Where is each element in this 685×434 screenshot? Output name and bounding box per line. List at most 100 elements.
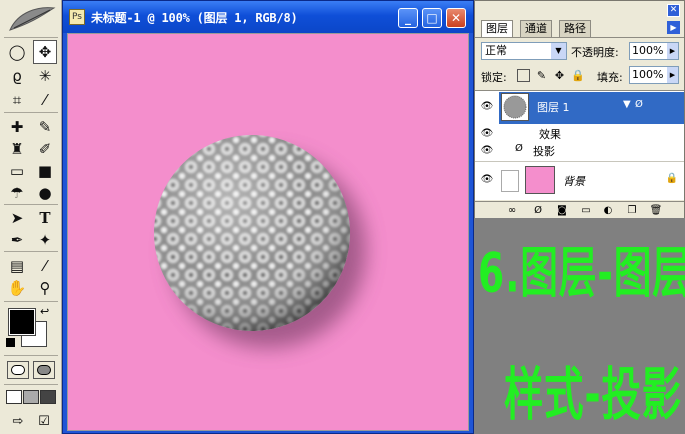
type-icon[interactable]: T bbox=[33, 206, 57, 230]
hand-icon[interactable]: ✋ bbox=[5, 276, 29, 300]
chevron-right-icon[interactable]: ▶ bbox=[667, 67, 678, 83]
document-titlebar[interactable]: Ps 未标题-1 @ 100% (图层 1, RGB/8) _ □ ✕ bbox=[63, 1, 473, 33]
tab-paths[interactable]: 路径 bbox=[559, 20, 591, 37]
opacity-label: 不透明度: bbox=[571, 46, 619, 59]
slice-icon[interactable]: ⁄ bbox=[33, 88, 57, 112]
eye-icon[interactable]: 👁 bbox=[479, 174, 495, 185]
tab-channels[interactable]: 通道 bbox=[520, 20, 552, 37]
full-screen-menu-mode-icon[interactable] bbox=[23, 390, 39, 404]
eye-icon[interactable]: 👁 bbox=[479, 145, 495, 156]
toolbox: ◯ ✥ ϱ ✳ ⌗ ⁄ ✚ ✎ ♜ ✐ ▭ ■ ☂ ● ➤ T ✒ ✦ ▤ ⁄ … bbox=[0, 0, 62, 434]
sphere-thumbnail-icon bbox=[503, 95, 527, 119]
magic-wand-icon[interactable]: ✳ bbox=[33, 64, 57, 88]
tutorial-caption: 6.图层-图层 样式-投影 bbox=[474, 218, 685, 434]
shape-icon[interactable]: ✦ bbox=[33, 228, 57, 252]
blend-mode-select[interactable]: 正常 ▼ bbox=[481, 42, 567, 60]
link-layers-icon[interactable]: ∞ bbox=[505, 204, 519, 217]
eyedropper-icon[interactable]: ⁄ bbox=[33, 254, 57, 278]
crop-icon[interactable]: ⌗ bbox=[5, 88, 29, 112]
drop-shadow-row[interactable]: Ø 投影 bbox=[499, 142, 684, 158]
gradient-icon[interactable]: ■ bbox=[33, 159, 57, 183]
toolbox-divider bbox=[4, 251, 58, 252]
zoom-icon[interactable]: ⚲ bbox=[33, 276, 57, 300]
photoshop-document-icon[interactable]: Ps bbox=[69, 9, 85, 25]
effects-label: 效果 bbox=[539, 128, 561, 141]
notes-icon[interactable]: ▤ bbox=[5, 254, 29, 278]
checkbox-icon[interactable]: ☑ bbox=[33, 412, 55, 430]
document-title: 未标题-1 @ 100% (图层 1, RGB/8) bbox=[91, 11, 298, 25]
chevron-right-icon[interactable]: ▶ bbox=[667, 43, 678, 59]
full-screen-mode-icon[interactable] bbox=[40, 390, 56, 404]
fx-triangle-icon[interactable]: ▼ bbox=[623, 99, 631, 110]
standard-screen-mode-icon[interactable] bbox=[6, 390, 22, 404]
fill-label: 填充: bbox=[597, 71, 623, 84]
panel-titlebar[interactable] bbox=[475, 1, 684, 19]
background-layer-name: 背景 bbox=[563, 175, 585, 188]
toolbox-divider bbox=[4, 355, 58, 356]
adjustment-layer-icon[interactable]: ◐ bbox=[601, 204, 615, 217]
trash-icon[interactable]: 🗑 bbox=[649, 204, 663, 217]
blend-mode-value: 正常 bbox=[485, 44, 507, 57]
lock-image-icon[interactable]: ✎ bbox=[535, 69, 548, 82]
eye-icon[interactable]: 👁 bbox=[479, 101, 495, 112]
eye-icon[interactable]: 👁 bbox=[479, 128, 495, 139]
add-style-icon[interactable]: Ø bbox=[531, 204, 545, 217]
opacity-field[interactable]: 100% ▶ bbox=[629, 42, 679, 60]
layers-panel-body: 正常 ▼ 不透明度: 100% ▶ 锁定: ✎ ✥ 🔒 填充: 100% ▶ 👁… bbox=[475, 37, 684, 218]
fx-icon: Ø bbox=[635, 99, 643, 110]
history-brush-icon[interactable]: ✐ bbox=[33, 137, 57, 161]
standard-mode-button[interactable] bbox=[7, 361, 29, 379]
effects-row[interactable]: 效果 bbox=[499, 125, 684, 141]
panel-close-icon[interactable]: ✕ bbox=[667, 4, 680, 17]
toolbox-divider bbox=[4, 112, 58, 113]
fill-value: 100% bbox=[632, 68, 664, 81]
brush-icon[interactable]: ✎ bbox=[33, 115, 57, 139]
panel-menu-arrow-icon[interactable]: ▶ bbox=[667, 21, 680, 34]
drop-shadow-label: 投影 bbox=[533, 145, 555, 158]
toolbox-divider bbox=[4, 204, 58, 205]
quick-mask-icon bbox=[37, 365, 51, 375]
layer1-thumbnail bbox=[501, 93, 529, 121]
marquee-icon[interactable]: ◯ bbox=[5, 40, 29, 64]
blur-icon[interactable]: ☂ bbox=[5, 181, 29, 205]
tab-layers[interactable]: 图层 bbox=[481, 20, 513, 37]
foreground-color-swatch[interactable] bbox=[8, 308, 36, 336]
background-thumbnail bbox=[525, 166, 555, 194]
default-colors-icon[interactable] bbox=[6, 338, 15, 347]
canvas[interactable] bbox=[67, 33, 469, 431]
layers-panel-footer: ∞ Ø ◙ ▭ ◐ ❐ 🗑 bbox=[475, 201, 684, 218]
eraser-icon[interactable]: ▭ bbox=[5, 159, 29, 183]
new-group-icon[interactable]: ▭ bbox=[579, 204, 593, 217]
pen-icon[interactable]: ✒ bbox=[5, 228, 29, 252]
quick-mask-mode-button[interactable] bbox=[33, 361, 55, 379]
maximize-button[interactable]: □ bbox=[422, 8, 442, 28]
link-slot[interactable] bbox=[501, 170, 519, 192]
layer1-name: 图层 1 bbox=[537, 101, 570, 114]
fx-icon: Ø bbox=[515, 143, 523, 154]
stamp-icon[interactable]: ♜ bbox=[5, 137, 29, 161]
toolbox-divider bbox=[4, 384, 58, 385]
dodge-icon[interactable]: ● bbox=[33, 181, 57, 205]
fill-field[interactable]: 100% ▶ bbox=[629, 66, 679, 84]
caption-line-1: 6.图层-图层 bbox=[478, 240, 685, 305]
minimize-button[interactable]: _ bbox=[398, 8, 418, 28]
feather-logo-icon[interactable] bbox=[4, 4, 58, 34]
layer-list: 👁 ✎ 图层 1 ▼ Ø 👁 效果 👁 Ø 投影 bbox=[475, 90, 684, 200]
opacity-value: 100% bbox=[632, 44, 664, 57]
healing-brush-icon[interactable]: ✚ bbox=[5, 115, 29, 139]
lock-transparency-icon[interactable] bbox=[517, 69, 530, 82]
new-layer-icon[interactable]: ❐ bbox=[625, 204, 639, 217]
standard-mode-icon bbox=[11, 365, 25, 375]
path-select-icon[interactable]: ➤ bbox=[5, 206, 29, 230]
layer-row-background[interactable]: 👁 背景 🔒 bbox=[475, 161, 684, 199]
close-button[interactable]: ✕ bbox=[446, 8, 466, 28]
swap-colors-icon[interactable]: ↩ bbox=[40, 305, 49, 318]
lock-label: 锁定: bbox=[481, 71, 507, 84]
golf-ball-sphere bbox=[154, 135, 366, 348]
lock-position-icon[interactable]: ✥ bbox=[553, 69, 566, 82]
jump-to-imageready-icon[interactable]: ⇨ bbox=[7, 412, 29, 430]
move-icon[interactable]: ✥ bbox=[33, 40, 57, 64]
lasso-icon[interactable]: ϱ bbox=[5, 64, 29, 88]
lock-all-icon[interactable]: 🔒 bbox=[571, 69, 585, 82]
add-mask-icon[interactable]: ◙ bbox=[555, 204, 569, 217]
